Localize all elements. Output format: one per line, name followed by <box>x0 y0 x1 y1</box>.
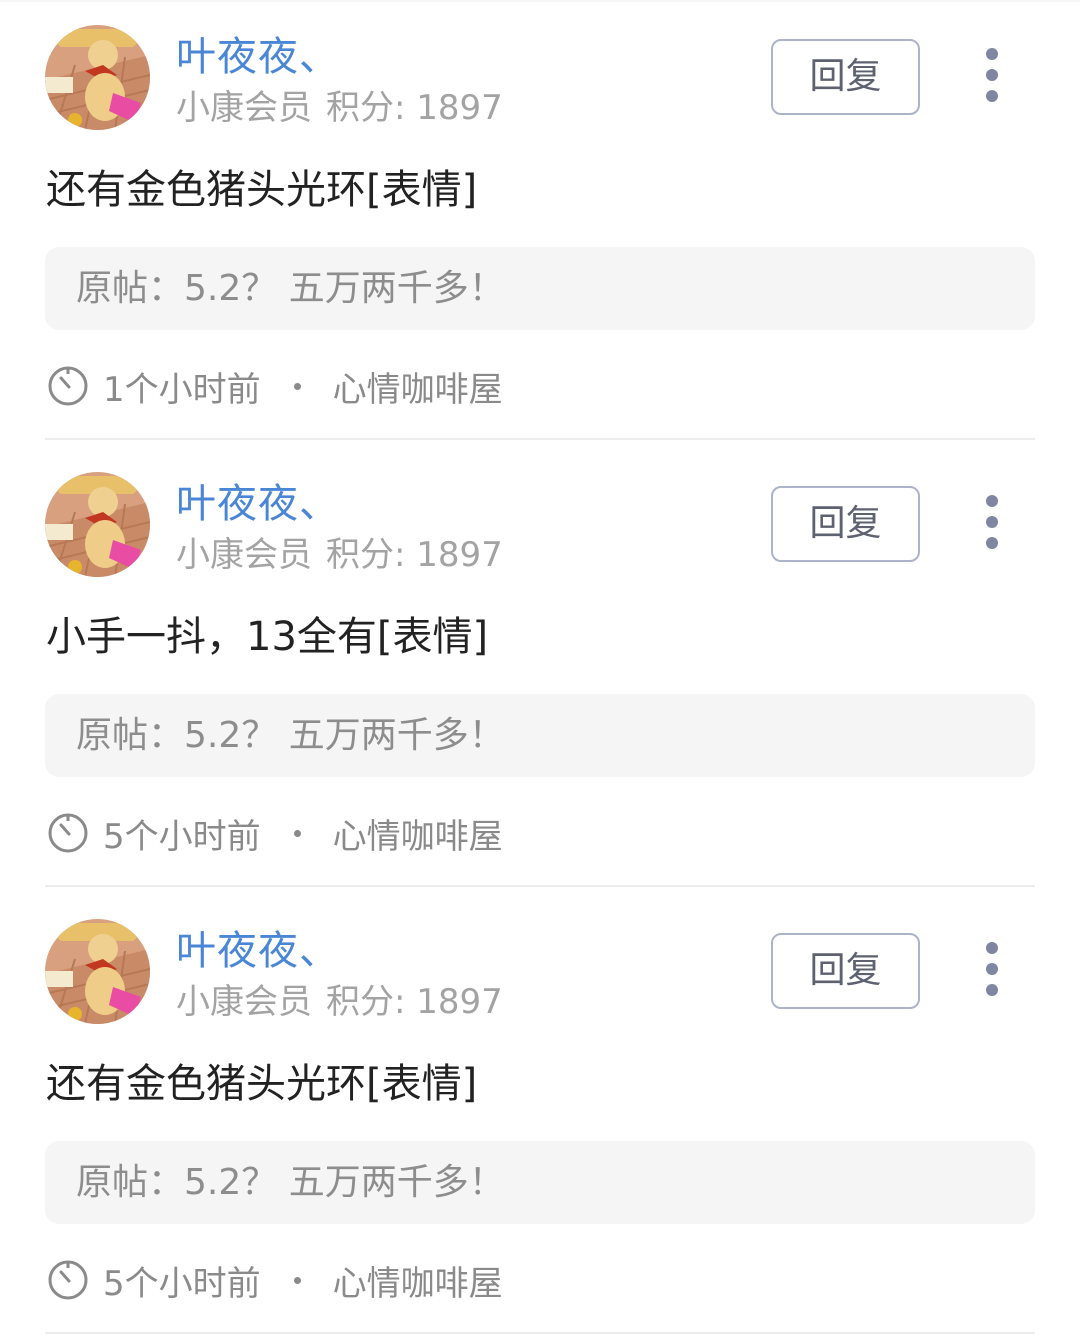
quoted-original-post[interactable]: 原帖：5.2？ 五万两千多！ <box>45 694 1035 777</box>
reply-content: 小手一抖，13全有[表情] <box>46 614 489 660</box>
reply-content: 还有金色猪头光环[表情] <box>46 1061 478 1107</box>
member-rank: 小康会员 <box>176 535 312 575</box>
reply-footer: 5个小时前 心情咖啡屋 <box>47 809 503 857</box>
top-divider <box>0 0 1080 2</box>
reply-item: 叶夜夜、 小康会员 积分: 1897 回复 小手一抖，13全有[表情] 原帖：5.… <box>0 447 1080 894</box>
username[interactable]: 叶夜夜、 <box>176 480 340 528</box>
reply-footer: 1个小时前 心情咖啡屋 <box>47 362 503 410</box>
points-value: 1897 <box>416 88 503 128</box>
avatar[interactable] <box>45 25 150 130</box>
separator-dot <box>293 829 301 837</box>
clock-icon <box>48 366 88 406</box>
quoted-original-post[interactable]: 原帖：5.2？ 五万两千多！ <box>45 1141 1035 1224</box>
post-time: 5个小时前 <box>103 1263 261 1304</box>
avatar-image-icon <box>45 25 150 130</box>
more-vertical-icon[interactable] <box>972 942 1012 998</box>
avatar[interactable] <box>45 472 150 577</box>
quoted-original-post[interactable]: 原帖：5.2？ 五万两千多！ <box>45 247 1035 330</box>
user-meta: 小康会员 积分: 1897 <box>176 534 503 576</box>
forum-link[interactable]: 心情咖啡屋 <box>333 362 503 411</box>
item-divider <box>45 885 1035 887</box>
reply-button[interactable]: 回复 <box>771 486 920 562</box>
username[interactable]: 叶夜夜、 <box>176 927 340 975</box>
reply-button[interactable]: 回复 <box>771 39 920 115</box>
more-vertical-icon[interactable] <box>972 495 1012 551</box>
username[interactable]: 叶夜夜、 <box>176 33 340 81</box>
user-meta: 小康会员 积分: 1897 <box>176 87 503 129</box>
user-meta: 小康会员 积分: 1897 <box>176 981 503 1023</box>
reply-content: 还有金色猪头光环[表情] <box>46 167 478 213</box>
clock-icon <box>48 813 88 853</box>
points-value: 1897 <box>416 982 503 1022</box>
points-value: 1897 <box>416 535 503 575</box>
points-label: 积分: <box>326 88 406 128</box>
separator-dot <box>293 382 301 390</box>
reply-item: 叶夜夜、 小康会员 积分: 1897 回复 还有金色猪头光环[表情] 原帖：5.2… <box>0 0 1080 447</box>
separator-dot <box>293 1276 301 1284</box>
forum-link[interactable]: 心情咖啡屋 <box>333 1256 503 1305</box>
item-divider <box>45 438 1035 440</box>
reply-footer: 5个小时前 心情咖啡屋 <box>47 1256 503 1304</box>
reply-feed: 叶夜夜、 小康会员 积分: 1897 回复 还有金色猪头光环[表情] 原帖：5.2… <box>0 0 1080 1341</box>
reply-button[interactable]: 回复 <box>771 933 920 1009</box>
reply-item: 叶夜夜、 小康会员 积分: 1897 回复 还有金色猪头光环[表情] 原帖：5.2… <box>0 894 1080 1341</box>
post-time: 5个小时前 <box>103 816 261 857</box>
points-label: 积分: <box>326 982 406 1022</box>
forum-link[interactable]: 心情咖啡屋 <box>333 809 503 858</box>
member-rank: 小康会员 <box>176 982 312 1022</box>
member-rank: 小康会员 <box>176 88 312 128</box>
avatar-image-icon <box>45 919 150 1024</box>
avatar[interactable] <box>45 919 150 1024</box>
clock-icon <box>48 1260 88 1300</box>
item-divider <box>45 1332 1035 1334</box>
avatar-image-icon <box>45 472 150 577</box>
post-time: 1个小时前 <box>103 369 261 410</box>
points-label: 积分: <box>326 535 406 575</box>
more-vertical-icon[interactable] <box>972 48 1012 104</box>
